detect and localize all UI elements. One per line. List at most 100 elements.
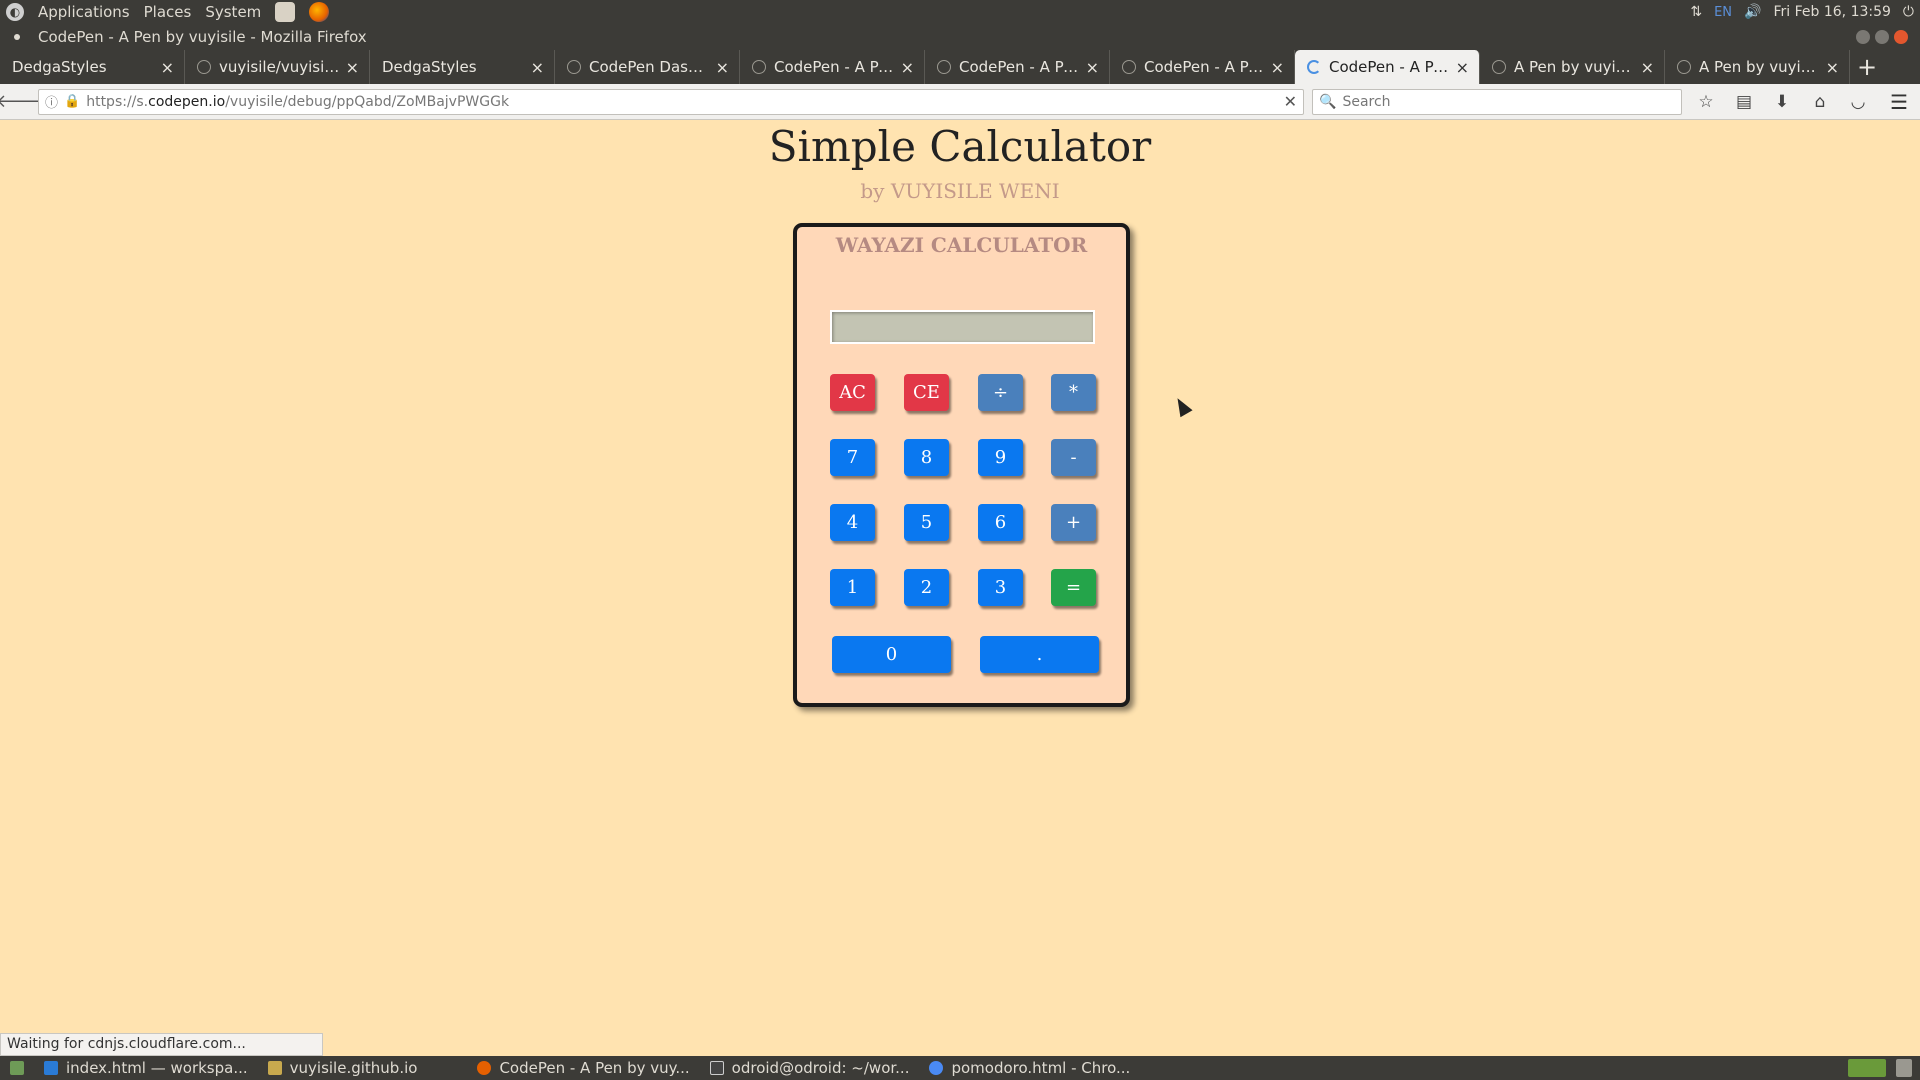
download-icon[interactable]: ⬇ [1768, 88, 1796, 116]
browser-tab-active[interactable]: CodePen - A Pen... × [1295, 50, 1480, 84]
multiply-button[interactable]: * [1051, 374, 1096, 411]
window-titlebar: CodePen - A Pen by vuyisile - Mozilla Fi… [0, 24, 1920, 50]
workspace-switcher[interactable] [1848, 1059, 1886, 1077]
browser-tab[interactable]: CodePen - A Pen... × [1110, 50, 1295, 84]
search-icon: 🔍 [1319, 93, 1337, 110]
digit-9-button[interactable]: 9 [978, 439, 1023, 476]
lock-icon[interactable]: 🔒 [64, 94, 80, 109]
plus-button[interactable]: + [1051, 504, 1096, 541]
tab-label: vuyisile/vuyisile.... [219, 58, 340, 76]
digit-6-button[interactable]: 6 [978, 504, 1023, 541]
stop-loading-icon[interactable]: ✕ [1284, 92, 1297, 111]
digit-5-button[interactable]: 5 [904, 504, 949, 541]
taskbar-item[interactable]: index.html — workspa... [34, 1056, 258, 1080]
digit-8-button[interactable]: 8 [904, 439, 949, 476]
close-tab-icon[interactable]: × [716, 58, 729, 77]
tab-label: A Pen by vuyisile [1699, 58, 1820, 76]
digit-3-button[interactable]: 3 [978, 569, 1023, 606]
digit-1-button[interactable]: 1 [830, 569, 875, 606]
url-prefix: https://s. [86, 93, 149, 110]
tab-strip: DedgaStyles × vuyisile/vuyisile.... × Dedg… [0, 50, 1920, 84]
taskbar-item[interactable]: vuyisile.github.io [258, 1056, 428, 1080]
bookmark-star-icon[interactable]: ☆ [1692, 88, 1720, 116]
close-tab-icon[interactable]: × [161, 58, 174, 77]
ac-button[interactable]: AC [830, 374, 875, 411]
taskbar-item[interactable]: CodePen - A Pen by vuy... [467, 1056, 699, 1080]
navigation-toolbar: 🡐 ⓘ 🔒 https://s.codepen.io/vuyisile/debu… [0, 84, 1920, 120]
places-menu[interactable]: Places [144, 3, 192, 21]
taskbar-item[interactable]: odroid@odroid: ~/wor... [700, 1056, 920, 1080]
home-icon[interactable]: ⌂ [1806, 88, 1834, 116]
applications-menu[interactable]: Applications [38, 3, 130, 21]
close-tab-icon[interactable]: × [531, 58, 544, 77]
ce-button[interactable]: CE [904, 374, 949, 411]
pocket-icon[interactable]: ◡ [1844, 88, 1872, 116]
decimal-point-button[interactable]: . [980, 636, 1099, 673]
browser-tab[interactable]: A Pen by vuyisile × [1665, 50, 1850, 84]
codepen-icon [1677, 60, 1691, 74]
url-domain: codepen.io [148, 93, 226, 110]
close-tab-icon[interactable]: × [1086, 58, 1099, 77]
minus-button[interactable]: - [1051, 439, 1096, 476]
power-icon[interactable]: ⏻ [1903, 4, 1914, 20]
taskbar-item-label: odroid@odroid: ~/wor... [731, 1059, 910, 1077]
url-bar[interactable]: ⓘ 🔒 https://s.codepen.io/vuyisile/debug/… [38, 88, 1304, 115]
close-tab-icon[interactable]: × [1826, 58, 1839, 77]
tab-label: CodePen - A Pen... [1329, 58, 1450, 76]
calculator: WAYAZI CALCULATOR AC CE ÷ * 7 8 9 - 4 5 … [793, 223, 1130, 707]
close-tab-icon[interactable]: × [901, 58, 914, 77]
show-desktop-button[interactable] [0, 1056, 34, 1080]
tab-label: CodePen - A Pen... [774, 58, 895, 76]
digit-2-button[interactable]: 2 [904, 569, 949, 606]
browser-tab[interactable]: vuyisile/vuyisile.... × [185, 50, 370, 84]
keyboard-layout-indicator[interactable]: EN [1714, 5, 1732, 20]
url-text[interactable]: https://s.codepen.io/vuyisile/debug/ppQa… [86, 94, 1283, 110]
tab-label: A Pen by vuyisile [1514, 58, 1635, 76]
taskbar-item-label: pomodoro.html - Chro... [951, 1059, 1131, 1077]
system-menu[interactable]: System [205, 3, 261, 21]
tab-label: DedgaStyles [12, 58, 107, 76]
browser-tab[interactable]: DedgaStyles × [370, 50, 555, 84]
close-window-icon[interactable] [1894, 30, 1908, 44]
close-tab-icon[interactable]: × [1641, 58, 1654, 77]
digit-7-button[interactable]: 7 [830, 439, 875, 476]
reading-list-icon[interactable]: ▤ [1730, 88, 1758, 116]
back-button[interactable]: 🡐 [0, 88, 44, 116]
calculator-title: WAYAZI CALCULATOR [835, 233, 1088, 257]
taskbar-item[interactable]: pomodoro.html - Chro... [919, 1056, 1140, 1080]
url-path: /vuyisile/debug/ppQabd/ZoMBajvPWGGk [225, 93, 510, 110]
clock[interactable]: Fri Feb 16, 13:59 [1773, 4, 1890, 20]
divide-button[interactable]: ÷ [978, 374, 1023, 411]
info-icon[interactable]: ⓘ [45, 92, 58, 111]
close-tab-icon[interactable]: × [1456, 58, 1469, 77]
browser-tab[interactable]: CodePen - A Pen... × [740, 50, 925, 84]
network-icon[interactable]: ⇅ [1690, 4, 1702, 20]
search-input[interactable]: 🔍 Search [1312, 88, 1682, 115]
ubuntu-logo-icon[interactable]: ◐ [6, 3, 24, 21]
launcher-icon[interactable] [275, 2, 296, 22]
digit-0-button[interactable]: 0 [832, 636, 951, 673]
maximize-icon[interactable] [1875, 30, 1889, 44]
calculator-display[interactable] [830, 310, 1095, 344]
firefox-launcher-icon[interactable] [309, 2, 330, 22]
window-title: CodePen - A Pen by vuyisile - Mozilla Fi… [38, 28, 367, 46]
search-placeholder: Search [1342, 93, 1391, 110]
digit-4-button[interactable]: 4 [830, 504, 875, 541]
firefox-icon [477, 1061, 492, 1075]
new-tab-button[interactable]: + [1850, 50, 1884, 84]
browser-tab[interactable]: DedgaStyles × [0, 50, 185, 84]
equals-button[interactable]: = [1051, 569, 1096, 606]
close-tab-icon[interactable]: × [346, 58, 359, 77]
editor-icon [44, 1061, 58, 1075]
browser-tab[interactable]: CodePen - A Pen... × [925, 50, 1110, 84]
window-menu-icon[interactable] [14, 34, 20, 40]
close-tab-icon[interactable]: × [1271, 58, 1284, 77]
volume-icon[interactable]: 🔊 [1744, 4, 1761, 20]
hamburger-menu-icon[interactable]: ☰ [1890, 90, 1914, 114]
browser-tab[interactable]: A Pen by vuyisile × [1480, 50, 1665, 84]
trash-icon[interactable] [1896, 1059, 1912, 1077]
show-desktop-icon [10, 1061, 24, 1075]
browser-tab[interactable]: CodePen Dashb... × [555, 50, 740, 84]
taskbar-item-label: index.html — workspa... [66, 1059, 248, 1077]
minimize-icon[interactable] [1856, 30, 1870, 44]
